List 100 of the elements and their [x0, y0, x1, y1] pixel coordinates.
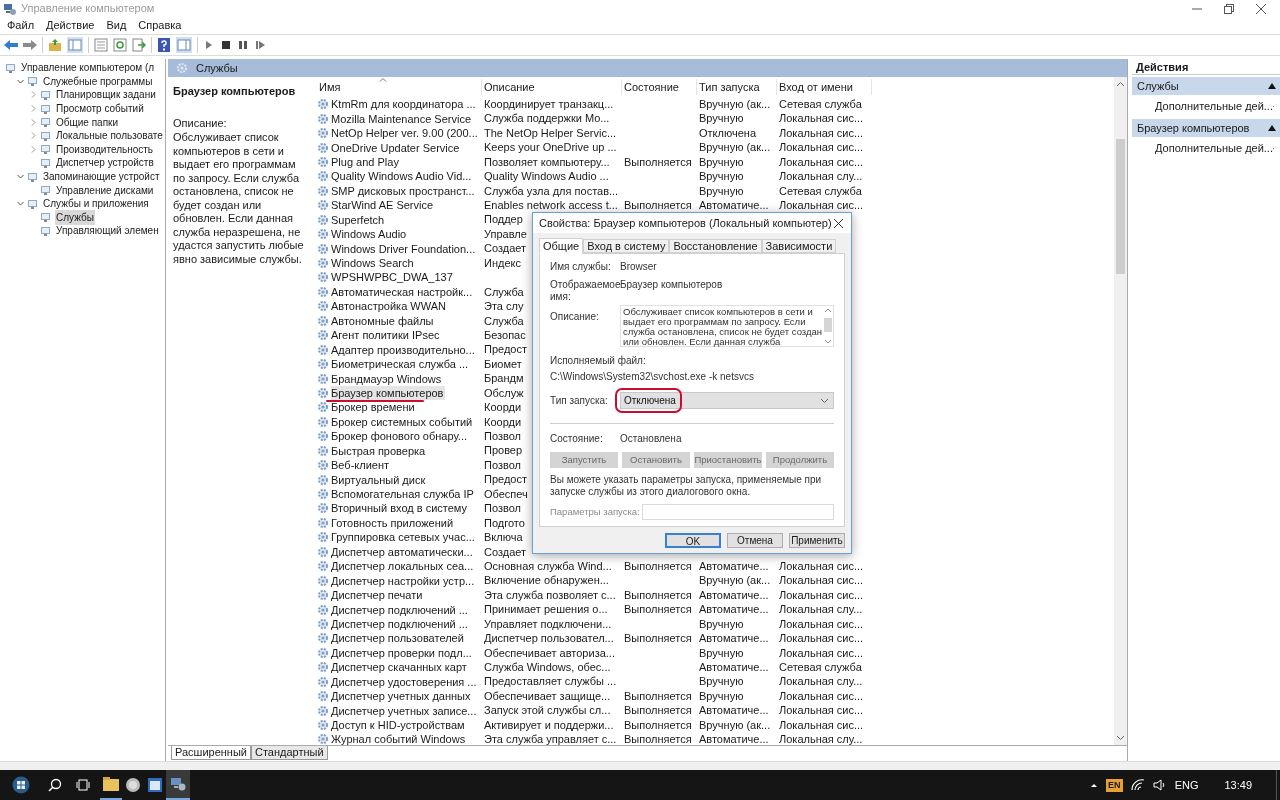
- table-cell[interactable]: Quality Windows Audio Vid...: [331, 169, 474, 184]
- table-cell[interactable]: Диспетчер локальных сеа...: [331, 559, 476, 574]
- collapse-triangle-icon[interactable]: [1268, 83, 1276, 89]
- dialog-button[interactable]: Применить: [789, 533, 845, 548]
- help-icon[interactable]: [157, 38, 171, 52]
- table-cell[interactable]: Готовность приложений: [331, 515, 456, 530]
- dialog-tab[interactable]: Общие: [539, 238, 584, 254]
- table-cell[interactable]: Веб-клиент: [331, 458, 392, 473]
- table-cell[interactable]: Superfetch: [331, 212, 387, 227]
- table-cell[interactable]: Диспетчер подключений ...: [331, 602, 470, 617]
- dialog-tab[interactable]: Зависимости: [761, 239, 837, 253]
- column-header[interactable]: Вход от имени: [777, 78, 872, 95]
- column-header[interactable]: Тип запуска: [697, 78, 777, 95]
- tree-item[interactable]: Запоминающие устройст: [42, 169, 161, 185]
- table-cell[interactable]: Plug and Play: [331, 154, 401, 169]
- table-cell[interactable]: WPSHWPBC_DWA_137: [331, 270, 455, 285]
- table-cell[interactable]: SMP дисковых пространст...: [331, 183, 477, 198]
- action-link[interactable]: Дополнительные дей...: [1155, 139, 1273, 157]
- table-cell[interactable]: Журнал событий Windows: [331, 732, 468, 745]
- chevron-up-icon[interactable]: [1090, 781, 1099, 789]
- tree-item[interactable]: Управление компьютером (л: [20, 60, 156, 76]
- table-cell[interactable]: Диспетчер подключений ...: [331, 616, 470, 631]
- close-icon[interactable]: [1256, 3, 1266, 14]
- scrollbar[interactable]: [1114, 77, 1127, 745]
- scrollbar-thumb[interactable]: [1116, 139, 1125, 274]
- start-params-field[interactable]: [642, 504, 834, 520]
- table-cell[interactable]: Быстрая проверка: [331, 443, 428, 458]
- tree-item[interactable]: Просмотр событий: [55, 101, 145, 117]
- dialog-button[interactable]: Отмена: [727, 533, 783, 548]
- restart-icon[interactable]: [254, 39, 266, 51]
- table-cell[interactable]: Диспетчер учетных данных: [331, 689, 473, 704]
- table-cell[interactable]: Диспетчер пользователей: [331, 631, 466, 646]
- tree-item[interactable]: Управление дисками: [55, 182, 155, 198]
- table-cell[interactable]: Адаптер производительно...: [331, 342, 477, 357]
- table-cell[interactable]: Диспетчер учетных записе...: [331, 703, 479, 718]
- table-cell[interactable]: Автонастройка WWAN: [331, 299, 448, 314]
- table-cell[interactable]: Диспетчер удостоверения ...: [331, 674, 479, 689]
- table-cell[interactable]: Диспетчер скачанных карт: [331, 660, 469, 675]
- startup-type-dropdown[interactable]: Отключена: [620, 392, 834, 409]
- table-cell[interactable]: Агент политики IPsec: [331, 328, 442, 343]
- windows-logo-icon[interactable]: [12, 776, 30, 794]
- scrollbar-icon[interactable]: [823, 306, 833, 346]
- close-icon[interactable]: [834, 218, 843, 228]
- table-cell[interactable]: NetOp Helper ver. 9.00 (200...: [331, 126, 480, 141]
- dialog-tab[interactable]: Восстановление: [669, 239, 762, 253]
- view-tab[interactable]: Стандартный: [251, 746, 328, 760]
- tree-item[interactable]: Службы: [55, 209, 95, 225]
- tree-item[interactable]: Управляющий элемен: [55, 223, 160, 239]
- task-view-icon[interactable]: [76, 778, 90, 792]
- table-cell[interactable]: Биометрическая служба ...: [331, 357, 471, 372]
- show-desktop-button[interactable]: [1276, 770, 1280, 800]
- back-arrow-icon[interactable]: [4, 39, 18, 51]
- table-cell[interactable]: Брандмауэр Windows: [331, 371, 444, 386]
- table-cell[interactable]: Автономные файлы: [331, 313, 436, 328]
- table-cell[interactable]: Брокер фонового обнару...: [331, 429, 469, 444]
- clock[interactable]: 13:49: [1224, 776, 1252, 794]
- tree-item[interactable]: Локальные пользовате: [55, 128, 164, 144]
- table-cell[interactable]: Диспетчер автоматически...: [331, 544, 475, 559]
- table-cell[interactable]: Вспомогательная служба IP: [331, 487, 476, 502]
- table-cell[interactable]: Диспетчер настройки устр...: [331, 573, 477, 588]
- console-tree-icon[interactable]: [67, 37, 83, 53]
- menu-item[interactable]: Справка: [138, 17, 182, 34]
- table-cell[interactable]: KtmRm для координатора ...: [331, 97, 478, 112]
- table-cell[interactable]: Windows Audio: [331, 227, 409, 242]
- table-cell[interactable]: Браузер компьютеров: [331, 385, 446, 400]
- table-cell[interactable]: Windows Driver Foundation...: [331, 241, 478, 256]
- menu-item[interactable]: Файл: [7, 17, 35, 34]
- folder-up-icon[interactable]: [48, 38, 62, 52]
- table-cell[interactable]: StarWind AE Service: [331, 198, 436, 213]
- input-badge[interactable]: EN: [1106, 778, 1123, 792]
- table-cell[interactable]: Windows Search: [331, 256, 416, 271]
- dialog-button[interactable]: OK: [665, 533, 721, 548]
- table-cell[interactable]: Вторичный вход в систему: [331, 501, 469, 516]
- tree-item[interactable]: Планировщик задани: [55, 87, 157, 103]
- tree-item[interactable]: Производительность: [55, 141, 155, 157]
- table-cell[interactable]: Диспетчер проверки подл...: [331, 645, 474, 660]
- speaker-icon[interactable]: [1152, 779, 1167, 791]
- table-cell[interactable]: Брокер времени: [331, 400, 417, 415]
- forward-arrow-icon[interactable]: [23, 39, 37, 51]
- table-cell[interactable]: Диспетчер печати: [331, 588, 425, 603]
- table-cell[interactable]: OneDrive Updater Service: [331, 140, 462, 155]
- actions-section-header[interactable]: Службы: [1132, 77, 1280, 95]
- tree-item[interactable]: Службы и приложения: [42, 196, 150, 212]
- table-cell[interactable]: Автоматическая настройк...: [331, 284, 475, 299]
- table-cell[interactable]: Виртуальный диск: [331, 472, 428, 487]
- actions-section-header[interactable]: Браузер компьютеров: [1132, 119, 1280, 137]
- stop-icon[interactable]: [220, 39, 232, 51]
- column-header[interactable]: Описание: [482, 78, 622, 95]
- wifi-icon[interactable]: [1130, 779, 1145, 791]
- language-indicator[interactable]: ENG: [1174, 776, 1199, 794]
- menu-item[interactable]: Действие: [46, 17, 95, 34]
- dialog-tab[interactable]: Вход в систему: [583, 239, 670, 253]
- search-icon[interactable]: [48, 778, 62, 792]
- column-header[interactable]: Имя: [317, 78, 482, 95]
- column-header[interactable]: Состояние: [622, 78, 697, 95]
- maximize-icon[interactable]: [1224, 3, 1234, 14]
- tree-item[interactable]: Общие папки: [55, 114, 119, 130]
- table-cell[interactable]: Группировка сетевых учас...: [331, 530, 477, 545]
- table-cell[interactable]: Брокер системных событий: [331, 414, 475, 429]
- collapse-triangle-icon[interactable]: [1268, 125, 1276, 131]
